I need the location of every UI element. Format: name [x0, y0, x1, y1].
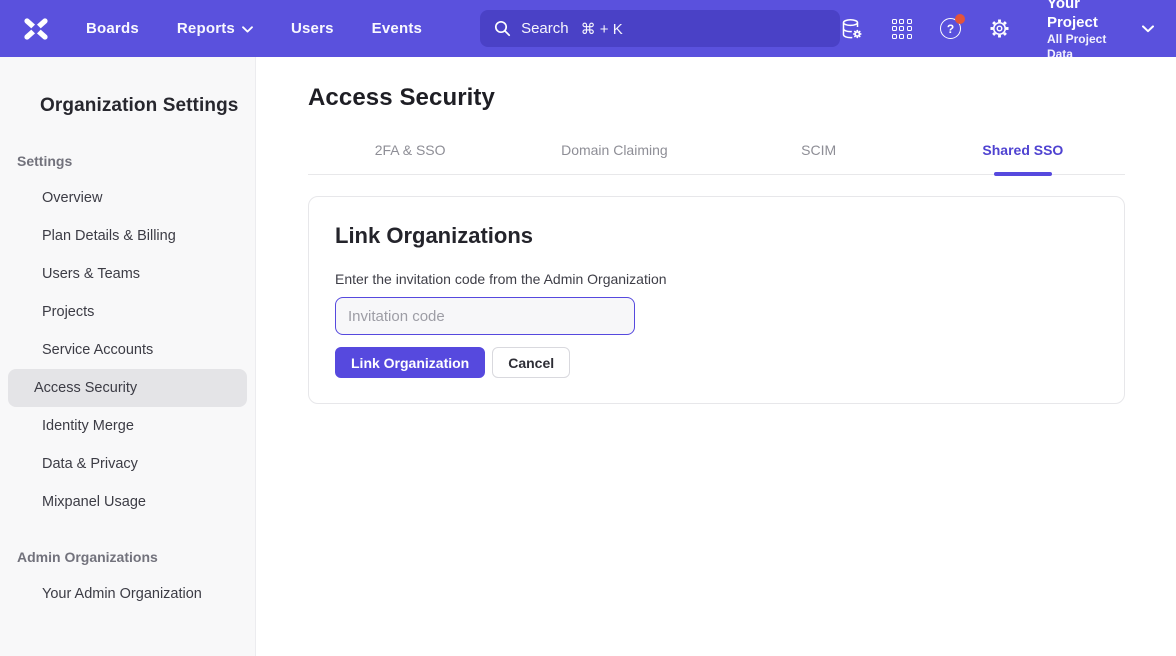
- nav-item-events[interactable]: Events: [372, 20, 422, 37]
- tab-domain-claiming[interactable]: Domain Claiming: [512, 142, 716, 174]
- card-actions: Link Organization Cancel: [335, 347, 1098, 378]
- cancel-button[interactable]: Cancel: [492, 347, 570, 378]
- tab-shared-sso[interactable]: Shared SSO: [921, 142, 1125, 174]
- invitation-code-input[interactable]: [335, 297, 635, 335]
- project-name: Your Project: [1047, 0, 1130, 32]
- search-input[interactable]: Search ⌘ + K: [480, 10, 840, 47]
- tab-scim[interactable]: SCIM: [717, 142, 921, 174]
- nav-label: Events: [372, 20, 422, 37]
- notification-dot: [955, 14, 965, 24]
- chevron-down-icon: [242, 20, 253, 37]
- nav-item-boards[interactable]: Boards: [86, 20, 139, 37]
- settings-gear-icon[interactable]: [988, 17, 1011, 41]
- tab-2fa-sso[interactable]: 2FA & SSO: [308, 142, 512, 174]
- invitation-code-label: Enter the invitation code from the Admin…: [335, 271, 1098, 287]
- nav-label: Reports: [177, 20, 235, 37]
- sidebar-item-identity-merge[interactable]: Identity Merge: [8, 407, 247, 445]
- project-switcher[interactable]: Your Project All Project Data: [1047, 0, 1154, 62]
- data-management-icon[interactable]: [840, 17, 864, 41]
- search-shortcut: ⌘ + K: [581, 20, 623, 38]
- sidebar-title: Organization Settings: [0, 95, 255, 117]
- mixpanel-logo-icon[interactable]: [22, 15, 50, 43]
- sidebar-item-your-admin-organization[interactable]: Your Admin Organization: [8, 575, 247, 613]
- nav-item-reports[interactable]: Reports: [177, 20, 253, 37]
- sidebar-section-settings: Settings: [0, 153, 255, 169]
- sidebar-item-plan-details-billing[interactable]: Plan Details & Billing: [8, 217, 247, 255]
- topbar-right-controls: ? Your Project All: [840, 0, 1154, 62]
- sidebar-item-data-privacy[interactable]: Data & Privacy: [8, 445, 247, 483]
- sidebar-section-admin-organizations: Admin Organizations: [0, 549, 255, 565]
- nav-label: Users: [291, 20, 334, 37]
- sidebar-item-overview[interactable]: Overview: [8, 179, 247, 217]
- sidebar-item-mixpanel-usage[interactable]: Mixpanel Usage: [8, 483, 247, 521]
- top-navigation-bar: Boards Reports Users Events Search ⌘ + K: [0, 0, 1176, 57]
- search-icon: [494, 20, 511, 37]
- primary-nav: Boards Reports Users Events: [86, 20, 422, 37]
- help-icon[interactable]: ?: [939, 17, 962, 41]
- sidebar-item-projects[interactable]: Projects: [8, 293, 247, 331]
- apps-grid-icon[interactable]: [890, 17, 913, 41]
- settings-sidebar: Organization Settings Settings Overview …: [0, 57, 256, 656]
- nav-label: Boards: [86, 20, 139, 37]
- link-organizations-card: Link Organizations Enter the invitation …: [308, 196, 1125, 404]
- page-title: Access Security: [308, 84, 1125, 112]
- nav-item-users[interactable]: Users: [291, 20, 334, 37]
- card-title: Link Organizations: [335, 223, 1098, 249]
- sidebar-item-service-accounts[interactable]: Service Accounts: [8, 331, 247, 369]
- chevron-down-icon: [1142, 20, 1154, 38]
- active-tab-indicator: [994, 172, 1052, 176]
- sidebar-item-access-security[interactable]: Access Security: [8, 369, 247, 407]
- tab-bar: 2FA & SSO Domain Claiming SCIM Shared SS…: [308, 142, 1125, 175]
- app-window: Boards Reports Users Events Search ⌘ + K: [0, 0, 1176, 656]
- link-organization-button[interactable]: Link Organization: [335, 347, 485, 378]
- search-placeholder: Search: [521, 20, 569, 37]
- main-content: Access Security 2FA & SSO Domain Claimin…: [256, 57, 1176, 656]
- sidebar-item-users-teams[interactable]: Users & Teams: [8, 255, 247, 293]
